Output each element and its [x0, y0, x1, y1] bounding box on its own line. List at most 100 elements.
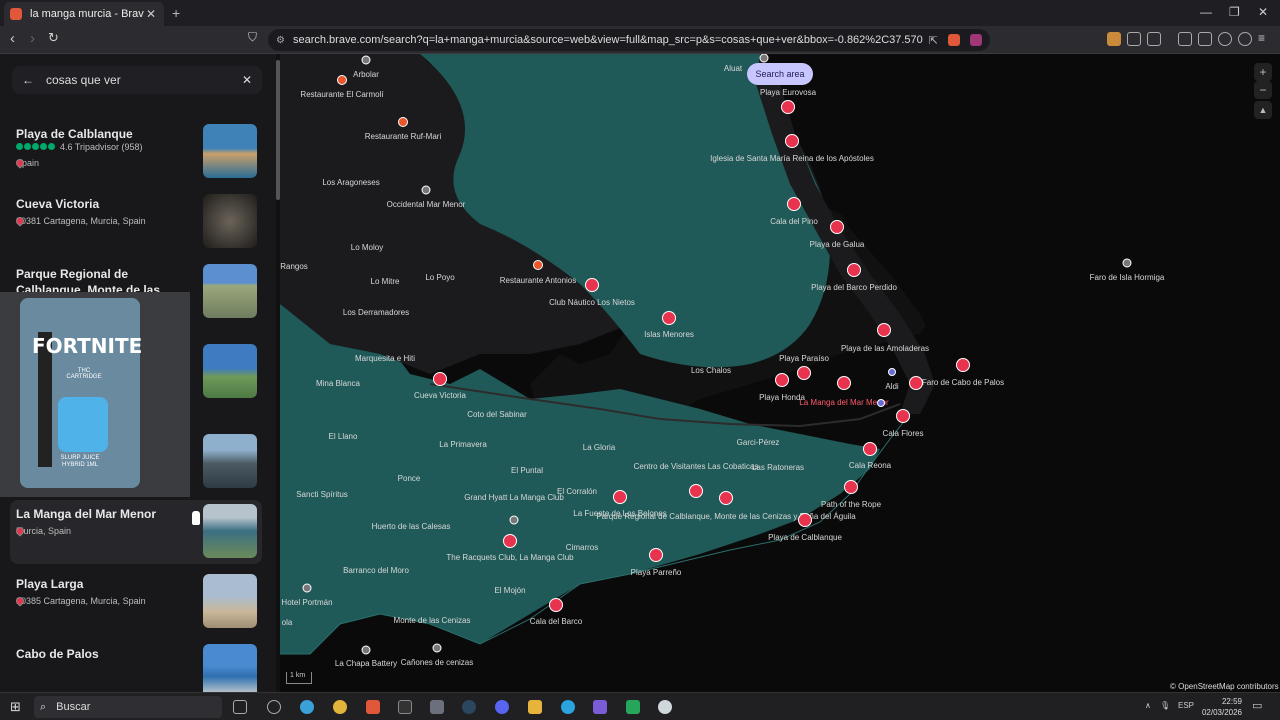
steam-icon[interactable] — [462, 700, 476, 714]
place-pin-icon[interactable] — [361, 645, 371, 655]
beach-pin-icon[interactable] — [649, 548, 663, 562]
extensions-puzzle-icon[interactable] — [1127, 32, 1141, 46]
window-close-icon[interactable]: ✕ — [1258, 5, 1268, 19]
result-item[interactable]: Playa Larga 30385 Cartagena, Murcia, Spa… — [10, 570, 262, 634]
vpn-icon[interactable] — [1238, 32, 1252, 46]
menu-icon[interactable]: ≡ — [1258, 32, 1272, 46]
taskbar-search[interactable]: ⌕ Buscar — [34, 696, 222, 718]
language-indicator[interactable]: ESP — [1178, 701, 1194, 710]
place-pin-icon[interactable] — [432, 643, 442, 653]
place-label: Restaurante El Carmolí — [300, 90, 384, 99]
place-pin-icon[interactable] — [759, 54, 769, 63]
minimize-icon[interactable]: — — [1200, 5, 1212, 19]
tray-chevron-icon[interactable]: ∧ — [1145, 701, 1151, 710]
clear-search-icon[interactable]: ✕ — [242, 73, 252, 87]
beach-pin-icon[interactable] — [781, 100, 795, 114]
brave-shields-icon[interactable] — [948, 34, 960, 46]
result-item[interactable]: Playa de Calblanque 4.6 Tripadvisor (958… — [10, 120, 262, 184]
park-pin-icon[interactable] — [719, 491, 733, 505]
place-label: ola — [281, 618, 293, 627]
church-pin-icon[interactable] — [785, 134, 799, 148]
beach-pin-icon[interactable] — [798, 513, 812, 527]
place-pin-icon[interactable] — [421, 185, 431, 195]
app-icon[interactable] — [658, 700, 672, 714]
wallet-icon[interactable] — [1198, 32, 1212, 46]
map-search-input[interactable]: ← cosas que ver ✕ — [12, 66, 262, 94]
brave-icon[interactable] — [366, 700, 380, 714]
bookmark-icon[interactable]: ⛉ — [248, 30, 257, 45]
notifications-icon[interactable]: ▭ — [1252, 699, 1262, 712]
media-icon[interactable] — [1147, 32, 1161, 46]
trail-pin-icon[interactable] — [844, 480, 858, 494]
beach-pin-icon[interactable] — [877, 323, 891, 337]
app-icon[interactable] — [593, 700, 607, 714]
site-info-icon[interactable]: ⚙ — [276, 35, 285, 46]
leo-ai-icon[interactable] — [1218, 32, 1232, 46]
lighthouse-pin-icon[interactable] — [956, 358, 970, 372]
tab-close-icon[interactable]: ✕ — [144, 7, 158, 21]
cave-pin-icon[interactable] — [433, 372, 447, 386]
attraction-pin-icon[interactable] — [585, 278, 599, 292]
beach-pin-icon[interactable] — [896, 409, 910, 423]
search-area-button[interactable]: Search area — [747, 63, 813, 85]
reload-icon[interactable]: ↻ — [48, 30, 59, 46]
attraction-pin-icon[interactable] — [909, 376, 923, 390]
shop-pin-icon[interactable] — [888, 368, 896, 376]
epic-games-icon[interactable] — [398, 700, 412, 714]
place-label: Playa de Calblanque — [768, 533, 842, 542]
popup-line2: SLURP JUICE HYBRID 1ML — [60, 455, 100, 468]
back-icon[interactable]: ‹ — [10, 30, 15, 47]
beach-pin-icon[interactable] — [662, 311, 676, 325]
place-pin-icon[interactable] — [1122, 258, 1132, 268]
windows-start-icon[interactable]: ⊞ — [10, 699, 21, 715]
brave-rewards-icon[interactable] — [970, 34, 982, 46]
back-arrow-icon[interactable]: ← — [22, 73, 34, 87]
new-tab-button[interactable]: + — [172, 5, 180, 21]
browser-tab[interactable]: la manga murcia - Brave Search ✕ — [4, 2, 164, 26]
restaurant-pin-icon[interactable] — [398, 117, 408, 127]
visitor-center-pin-icon[interactable] — [689, 484, 703, 498]
task-view-icon[interactable] — [233, 700, 247, 714]
telegram-icon[interactable] — [561, 700, 575, 714]
compass-icon[interactable]: ▲ — [1254, 101, 1272, 119]
place-label: El Llano — [328, 432, 358, 441]
attraction-pin-icon[interactable] — [613, 490, 627, 504]
shop-pin-icon[interactable] — [877, 399, 885, 407]
map-attribution[interactable]: © OpenStreetMap contributors — [1170, 682, 1279, 691]
beach-pin-icon[interactable] — [830, 220, 844, 234]
share-icon[interactable]: ⇱ — [929, 34, 938, 47]
result-item-selected[interactable]: La Manga del Mar Menor Murcia, Spain — [10, 500, 262, 564]
result-item[interactable]: Cabo de Palos — [10, 640, 262, 692]
place-pin-icon[interactable] — [361, 55, 371, 65]
discord-icon[interactable] — [495, 700, 509, 714]
beach-pin-icon[interactable] — [787, 197, 801, 211]
edge-icon[interactable] — [300, 700, 314, 714]
place-pin-icon[interactable] — [302, 583, 312, 593]
extension-icon[interactable] — [1107, 32, 1121, 46]
forward-icon[interactable]: › — [30, 30, 35, 47]
app-icon[interactable] — [267, 700, 281, 714]
beach-pin-icon[interactable] — [797, 366, 811, 380]
sport-pin-icon[interactable] — [503, 534, 517, 548]
place-pin-icon[interactable] — [509, 515, 519, 525]
selected-place-pin-icon[interactable] — [837, 376, 851, 390]
chrome-icon[interactable] — [333, 700, 347, 714]
restaurant-pin-icon[interactable] — [337, 75, 347, 85]
file-explorer-icon[interactable] — [528, 700, 542, 714]
result-item[interactable]: Cueva Victoria 30381 Cartagena, Murcia, … — [10, 190, 262, 254]
restore-icon[interactable]: ❐ — [1229, 5, 1240, 19]
map-view[interactable]: Search area + − ▲ Aluat Arbolar Restaura… — [280, 54, 1280, 692]
beach-pin-icon[interactable] — [847, 263, 861, 277]
zoom-out-button[interactable]: − — [1254, 81, 1272, 99]
clock[interactable]: 22:59 02/03/2026 — [1200, 696, 1242, 718]
media-player-icon[interactable] — [430, 700, 444, 714]
beach-pin-icon[interactable] — [775, 373, 789, 387]
zoom-in-button[interactable]: + — [1254, 63, 1272, 81]
restaurant-pin-icon[interactable] — [533, 260, 543, 270]
beach-pin-icon[interactable] — [549, 598, 563, 612]
app-icon[interactable] — [626, 700, 640, 714]
sidebar-toggle-icon[interactable] — [1178, 32, 1192, 46]
beach-pin-icon[interactable] — [863, 442, 877, 456]
address-bar[interactable]: ⚙ search.brave.com/search?q=la+manga+mur… — [268, 29, 990, 51]
microphone-icon[interactable]: 🎙 — [1160, 701, 1170, 710]
